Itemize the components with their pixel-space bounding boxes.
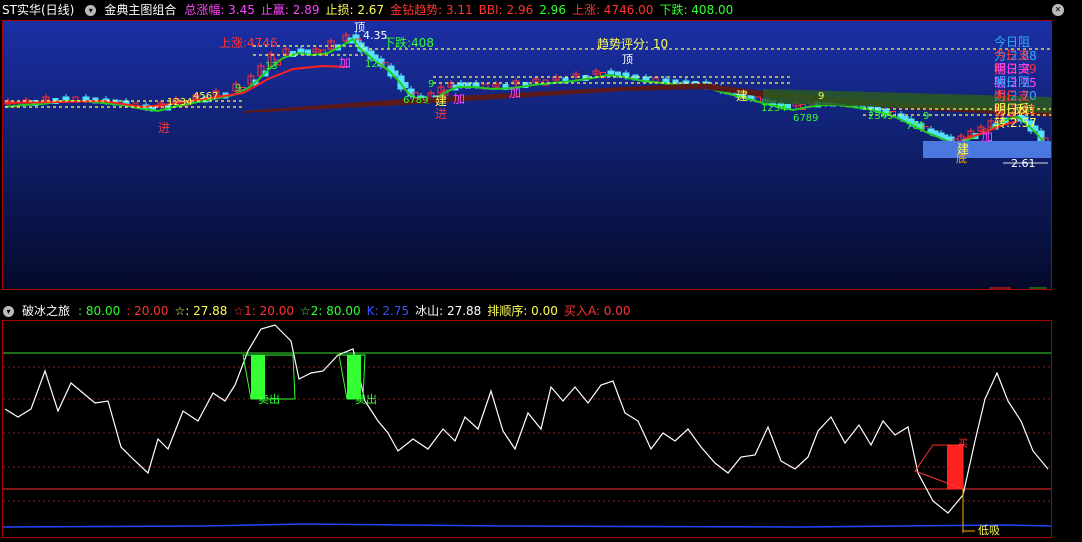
indicator-menu-icon[interactable]: ▾ — [3, 305, 14, 317]
header-value-item: 下跌: 408.00 — [659, 3, 734, 17]
level-row: 明日反转:2.57 — [994, 102, 1037, 130]
sell-label: 卖出 — [355, 392, 377, 406]
header-value-item: 止损: 2.67 — [325, 3, 385, 17]
buy-in-marker: 进 — [158, 121, 170, 135]
header-value-item: 2.96 — [539, 3, 566, 17]
level-row: 明日突破:2.75 — [994, 62, 1037, 90]
buy-signal-bar — [947, 445, 963, 489]
candle-body — [82, 96, 90, 101]
indicator-value-item: 买入A: 0.00 — [563, 304, 631, 318]
candlestick-chart[interactable]: 上涨:4746下跌:408趋势评分: 10顶4.35顶底2.615进进加加加加建… — [3, 21, 1051, 289]
level-row: 明日支撑:2.61 — [994, 89, 1037, 117]
indicator-value-item: ☆1: 20.00 — [233, 304, 295, 318]
nine-signal: 9 — [428, 79, 434, 90]
bottom-value: 2.61 — [1011, 157, 1036, 170]
nine-signal: 9 — [235, 83, 241, 94]
count-label: 2345 — [868, 111, 893, 122]
main-chart-header: ST实华(日线) ▾ 金典主图组合 总涨幅: 3.45 止赢: 2.89 止损: 2… — [0, 1, 1082, 19]
level-row: 今日阻力:2.88 — [994, 35, 1037, 63]
candle-body — [662, 78, 670, 83]
indicator-value-item: : 20.00 — [126, 304, 169, 318]
candle-body — [62, 96, 70, 101]
candle-body — [297, 48, 305, 53]
indicator-value-item: ☆: 27.88 — [174, 304, 228, 318]
count-label: 1234 — [167, 97, 192, 108]
header-value-item: 总涨幅: 3.45 — [184, 3, 255, 17]
event-badge — [1029, 287, 1047, 289]
oscillator-chart[interactable]: 卖出 卖出买低吸 — [3, 321, 1051, 537]
add-marker: 加 — [981, 130, 993, 144]
indicator-name[interactable]: 金典主图组合 — [104, 1, 176, 19]
peak-marker: 顶 — [622, 53, 633, 66]
indicator-value-item: : 80.00 — [78, 304, 121, 318]
indicator-menu-icon[interactable]: ▾ — [85, 4, 97, 16]
indicator-value-item: 冰山: 27.88 — [415, 304, 482, 318]
header-values: 总涨幅: 3.45 止赢: 2.89 止损: 2.67 金钻趋势: 3.11 BBI: … — [184, 1, 739, 19]
indicator-value-item: K: 2.75 — [366, 304, 410, 318]
trend-score-label: 趋势评分: 10 — [597, 37, 668, 51]
level-row: 明日阻力:2.70 — [994, 75, 1037, 103]
event-badge — [989, 287, 1011, 289]
down-count-label: 下跌:408 — [383, 35, 434, 50]
level-row: 今日支撑:2.89 — [994, 48, 1037, 76]
count-label: 6789 — [403, 95, 428, 106]
indicator-header: ▾ 破冰之旅 : 80.00 : 20.00 ☆: 27.88 ☆1: 20.00 ☆2… — [0, 302, 1082, 320]
count-label: 13 — [265, 61, 278, 72]
add-marker: 加 — [453, 92, 465, 106]
nine-signal: 9 — [923, 111, 929, 122]
candle-body — [607, 70, 615, 75]
k-line — [3, 523, 1051, 528]
count-label: 6789 — [793, 113, 818, 124]
header-value-item: BBI: 2.96 — [478, 3, 534, 17]
add-marker: 加 — [339, 56, 351, 70]
buy-label: 买 — [958, 438, 968, 450]
build-marker: 建 — [957, 142, 969, 156]
buy-in-marker: 进 — [435, 107, 447, 121]
level-value: 2.57 — [1010, 116, 1037, 130]
count-label: 12 — [365, 59, 378, 70]
main-chart-panel[interactable]: 上涨:4746下跌:408趋势评分: 10顶4.35顶底2.615进进加加加加建… — [2, 20, 1052, 290]
header-value-item: 金钻趋势: 3.11 — [390, 3, 473, 17]
indicator-title[interactable]: 破冰之旅 — [22, 302, 70, 320]
low-buy-label: 低吸 — [978, 524, 1000, 537]
header-value-item: 上涨: 4746.00 — [571, 3, 654, 17]
indicator-value-item: 排顺序: 0.00 — [487, 304, 558, 318]
up-count-label: 上涨:4746 — [219, 35, 278, 50]
build-marker: 建 — [736, 89, 748, 103]
nine-signal: 9 — [818, 91, 824, 102]
build-marker: 建 — [435, 94, 447, 108]
indicator-value-item: ☆2: 80.00 — [300, 304, 361, 318]
header-value-item: 止赢: 2.89 — [260, 3, 320, 17]
sell-label: 卖出 — [258, 392, 280, 406]
count-label: 789 — [906, 121, 925, 132]
indicator-panel[interactable]: 卖出 卖出买低吸 — [2, 320, 1052, 538]
add-marker: 加 — [509, 86, 521, 100]
count-label: 1234 — [761, 103, 786, 114]
count-label: 4567 — [193, 91, 218, 102]
close-main-chart-icon[interactable]: ✕ — [1052, 4, 1064, 16]
indicator-values: : 80.00 : 20.00 ☆: 27.88 ☆1: 20.00 ☆2: 80.00… — [78, 302, 636, 320]
stock-title[interactable]: ST实华(日线) — [2, 1, 74, 19]
peak-value: 4.35 — [363, 29, 388, 42]
